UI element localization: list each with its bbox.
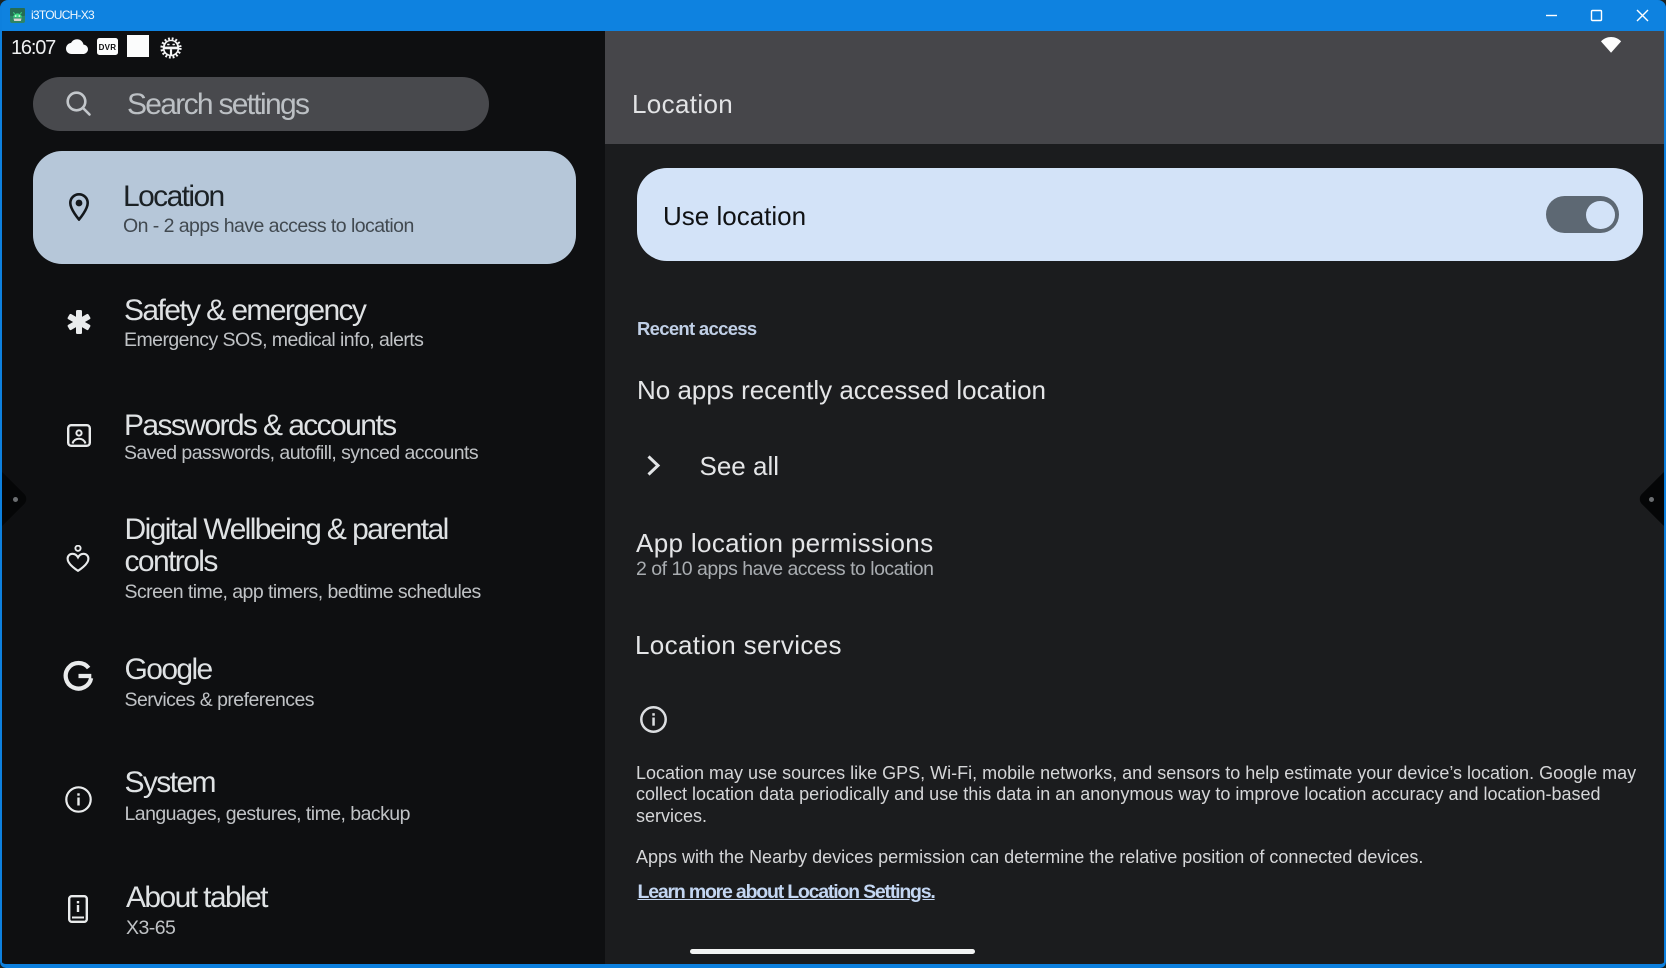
svg-text:DVR: DVR <box>99 43 117 52</box>
